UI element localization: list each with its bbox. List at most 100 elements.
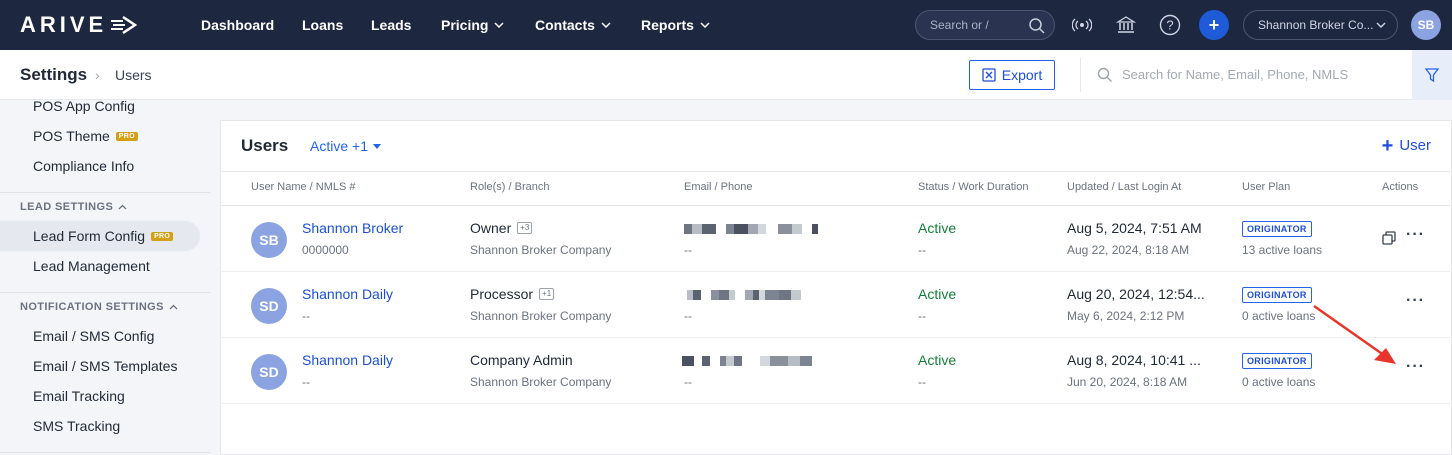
broadcast-icon[interactable] — [1070, 13, 1094, 37]
caret-down-icon — [372, 143, 381, 149]
avatar: SD — [251, 354, 287, 390]
sidebar-divider — [0, 452, 210, 453]
more-actions-icon[interactable]: ··· — [1406, 358, 1425, 376]
svg-text:?: ? — [1166, 18, 1173, 33]
sidebar-section-notification-settings[interactable]: NOTIFICATION SETTINGS — [20, 301, 178, 313]
status-filter-dropdown[interactable]: Active +1 — [310, 138, 381, 154]
user-nmls: -- — [302, 375, 310, 389]
sidebar-item-email-tracking[interactable]: Email Tracking — [0, 381, 200, 411]
sidebar-item-email-sms-config[interactable]: Email / SMS Config — [0, 321, 200, 351]
user-name-link[interactable]: Shannon Broker — [302, 220, 403, 236]
column-header-status[interactable]: Status / Work Duration — [918, 181, 1028, 193]
user-email-redacted — [682, 356, 812, 366]
user-phone: -- — [684, 243, 692, 257]
more-actions-icon[interactable]: ··· — [1406, 292, 1425, 310]
column-header-email[interactable]: Email / Phone — [684, 181, 752, 193]
user-name-link[interactable]: Shannon Daily — [302, 352, 393, 368]
user-branch: Shannon Broker Company — [470, 375, 612, 389]
company-select-value: Shannon Broker Co... — [1258, 18, 1374, 32]
global-search-input[interactable]: Search or / — [915, 10, 1055, 40]
status-filter-label: Active +1 — [310, 138, 368, 154]
sidebar-item-lead-management[interactable]: Lead Management — [0, 251, 200, 281]
bank-icon[interactable] — [1114, 13, 1138, 37]
breadcrumb-users: Users — [115, 67, 152, 83]
filter-button[interactable] — [1412, 50, 1452, 100]
user-branch: Shannon Broker Company — [470, 309, 612, 323]
user-plan-badge: ORIGINATOR — [1242, 221, 1312, 237]
sidebar-item-lead-form-config[interactable]: Lead Form Config PRO — [0, 221, 200, 251]
user-nmls: 0000000 — [302, 243, 349, 257]
updated-at: Aug 20, 2024, 12:54... — [1067, 286, 1205, 302]
sidebar-item-email-sms-templates[interactable]: Email / SMS Templates — [0, 351, 200, 381]
chevron-down-icon — [1376, 22, 1386, 28]
updated-at: Aug 8, 2024, 10:41 ... — [1067, 352, 1201, 368]
chevron-down-icon — [494, 22, 504, 28]
arive-logo[interactable]: ARIVE — [20, 12, 139, 38]
nav-dashboard[interactable]: Dashboard — [201, 0, 274, 50]
active-loans-count: 13 active loans — [1242, 243, 1323, 257]
quick-add-button[interactable]: + — [1199, 10, 1229, 40]
active-loans-count: 0 active loans — [1242, 375, 1316, 389]
nav-loans[interactable]: Loans — [302, 0, 343, 50]
updated-at: Aug 5, 2024, 7:51 AM — [1067, 220, 1202, 236]
chevron-down-icon — [700, 22, 710, 28]
excel-icon — [982, 68, 996, 82]
column-header-roles[interactable]: Role(s) / Branch — [470, 181, 549, 193]
nav-pricing[interactable]: Pricing — [441, 0, 504, 50]
table-row[interactable]: SD Shannon Daily -- Company Admin Shanno… — [221, 338, 1452, 404]
avatar: SB — [251, 222, 287, 258]
user-nmls: -- — [302, 309, 310, 323]
user-branch: Shannon Broker Company — [470, 243, 612, 257]
sidebar-item-compliance-info[interactable]: Compliance Info — [0, 151, 200, 181]
nav-reports[interactable]: Reports — [641, 0, 710, 50]
add-user-button[interactable]: + User — [1381, 134, 1431, 157]
column-header-actions: Actions — [1382, 181, 1419, 193]
table-row[interactable]: SB Shannon Broker 0000000 Owner +3 Shanno… — [221, 206, 1452, 272]
table-row[interactable]: SD Shannon Daily -- Processor +1 Shannon … — [221, 272, 1452, 338]
breadcrumb-settings[interactable]: Settings — [20, 65, 87, 85]
search-icon — [1029, 18, 1045, 34]
user-phone: -- — [684, 309, 692, 323]
export-button[interactable]: Export — [969, 60, 1055, 90]
status-text: Active — [918, 286, 957, 302]
last-login-at: Aug 22, 2024, 8:18 AM — [1067, 243, 1190, 257]
users-card: Users Active +1 + User User Name / NMLS … — [220, 120, 1452, 455]
column-header-updated[interactable]: Updated / Last Login At — [1067, 181, 1181, 193]
role-extra-badge[interactable]: +3 — [517, 222, 533, 234]
avatar: SD — [251, 288, 287, 324]
company-select[interactable]: Shannon Broker Co... — [1243, 10, 1398, 40]
chevron-up-icon — [118, 204, 127, 210]
sidebar-item-pos-theme[interactable]: POS Theme PRO — [0, 121, 200, 151]
last-login-at: May 6, 2024, 2:12 PM — [1067, 309, 1185, 323]
last-login-at: Jun 20, 2024, 8:18 AM — [1067, 375, 1188, 389]
chevron-down-icon — [601, 22, 611, 28]
page-header: Settings › Users Export — [0, 50, 1452, 100]
settings-sidebar: POS App Config POS Theme PRO Compliance I… — [0, 98, 210, 455]
filter-icon — [1424, 68, 1440, 83]
sidebar-section-lead-settings[interactable]: LEAD SETTINGS — [20, 201, 127, 213]
nav-contacts[interactable]: Contacts — [535, 0, 611, 50]
sidebar-item-sms-tracking[interactable]: SMS Tracking — [0, 411, 200, 441]
user-name-link[interactable]: Shannon Daily — [302, 286, 393, 302]
column-header-user-plan[interactable]: User Plan — [1242, 181, 1290, 193]
annotation-arrow-icon — [1313, 304, 1396, 364]
user-avatar[interactable]: SB — [1411, 10, 1441, 40]
copy-icon[interactable] — [1382, 231, 1396, 245]
user-role: Owner +3 — [470, 220, 533, 236]
more-actions-icon[interactable]: ··· — [1406, 226, 1425, 244]
sidebar-item-pos-app-config[interactable]: POS App Config — [0, 91, 200, 121]
top-navbar: ARIVE Dashboard Loans Leads Pricing Cont… — [0, 0, 1452, 50]
role-extra-badge[interactable]: +1 — [539, 288, 555, 300]
user-search-input[interactable] — [1122, 62, 1402, 86]
logo-arrow-icon — [111, 15, 138, 35]
header-divider — [1080, 58, 1081, 92]
user-role: Processor +1 — [470, 286, 555, 302]
plus-icon: + — [1381, 134, 1394, 157]
nav-leads[interactable]: Leads — [371, 0, 411, 50]
sidebar-divider — [0, 192, 210, 193]
sidebar-divider — [0, 292, 210, 293]
users-title: Users — [241, 136, 289, 155]
help-icon[interactable]: ? — [1158, 13, 1182, 37]
pro-badge: PRO — [151, 231, 174, 241]
column-header-user-name[interactable]: User Name / NMLS # — [251, 181, 356, 193]
